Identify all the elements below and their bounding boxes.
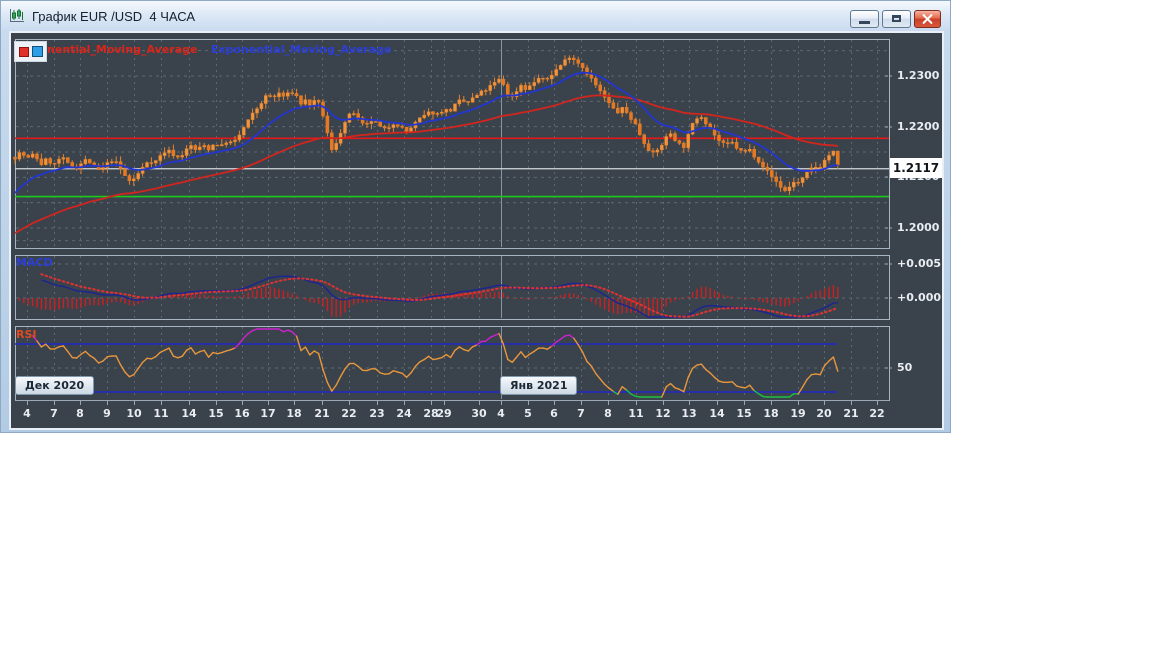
x-axis-tick-label: 22 [869,407,885,420]
x-axis-tick-label: 7 [577,407,585,420]
legend-blue-swatch-icon [32,46,43,57]
x-axis-tick-label: 15 [736,407,752,420]
x-axis-tick-label: 8 [604,407,612,420]
x-axis-tick-label: 14 [181,407,197,420]
x-axis-tick-label: 24 [396,407,412,420]
x-axis-tick-label: 4 [497,407,505,420]
x-axis-tick-label: 17 [260,407,276,420]
x-axis-tick-label: 19 [790,407,806,420]
candlestick-chart-icon [10,9,24,22]
x-axis-tick-label: 14 [709,407,725,420]
chart-window: График EUR /USD 4 ЧАСА Exponential_Movin… [0,0,951,433]
maximize-icon [892,15,901,22]
legend-swatches [14,41,47,62]
minimize-button[interactable] [850,10,879,28]
x-axis-tick-label: 4 [23,407,31,420]
x-axis-tick-label: 29 [436,407,452,420]
x-axis-tick-label: 21 [314,407,330,420]
x-axis-tick-label: 5 [524,407,532,420]
chart-canvas[interactable] [9,31,944,430]
month-marker-dec: Дек 2020 [15,376,95,395]
x-axis-tick-label: 18 [286,407,302,420]
legend-ema-blue-label: Exponential_Moving_Average [211,43,392,56]
x-axis-tick-label: 12 [655,407,671,420]
window-title: График EUR /USD 4 ЧАСА [32,8,196,24]
window-controls [850,10,941,28]
x-axis-tick-label: 8 [76,407,84,420]
x-axis-tick-label: 18 [763,407,779,420]
macd-panel-label: MACD [16,256,53,269]
x-axis-tick-label: 16 [234,407,250,420]
maximize-button[interactable] [882,10,911,28]
x-axis-tick-label: 22 [341,407,357,420]
right-axis-label: 50 [897,361,913,374]
current-price-badge: 1.2117 [890,158,942,178]
right-axis-label: 1.2000 [897,221,940,234]
x-axis-tick-label: 11 [628,407,644,420]
month-marker-jan: Янв 2021 [500,376,578,395]
rsi-panel-label: RSI [16,328,37,341]
x-axis-tick-label: 9 [103,407,111,420]
x-axis-tick-label: 20 [816,407,832,420]
right-axis-label: +0.005 [897,257,942,270]
minimize-icon [859,21,870,24]
x-axis-tick-label: 23 [369,407,385,420]
x-axis-tick-label: 7 [50,407,58,420]
right-axis-label: 1.2200 [897,120,940,133]
x-axis-tick-label: 6 [550,407,558,420]
x-axis-tick-label: 11 [153,407,169,420]
x-axis-tick-label: 21 [843,407,859,420]
x-axis-tick-label: 13 [681,407,697,420]
window-titlebar[interactable]: График EUR /USD 4 ЧАСА [1,1,950,31]
x-axis-tick-label: 10 [126,407,142,420]
legend-red-swatch-icon [19,47,29,57]
right-axis-label: 1.2300 [897,69,940,82]
x-axis-tick-label: 15 [208,407,224,420]
close-button[interactable] [914,10,941,28]
right-axis-label: +0.000 [897,291,942,304]
desktop: График EUR /USD 4 ЧАСА Exponential_Movin… [0,0,1152,648]
